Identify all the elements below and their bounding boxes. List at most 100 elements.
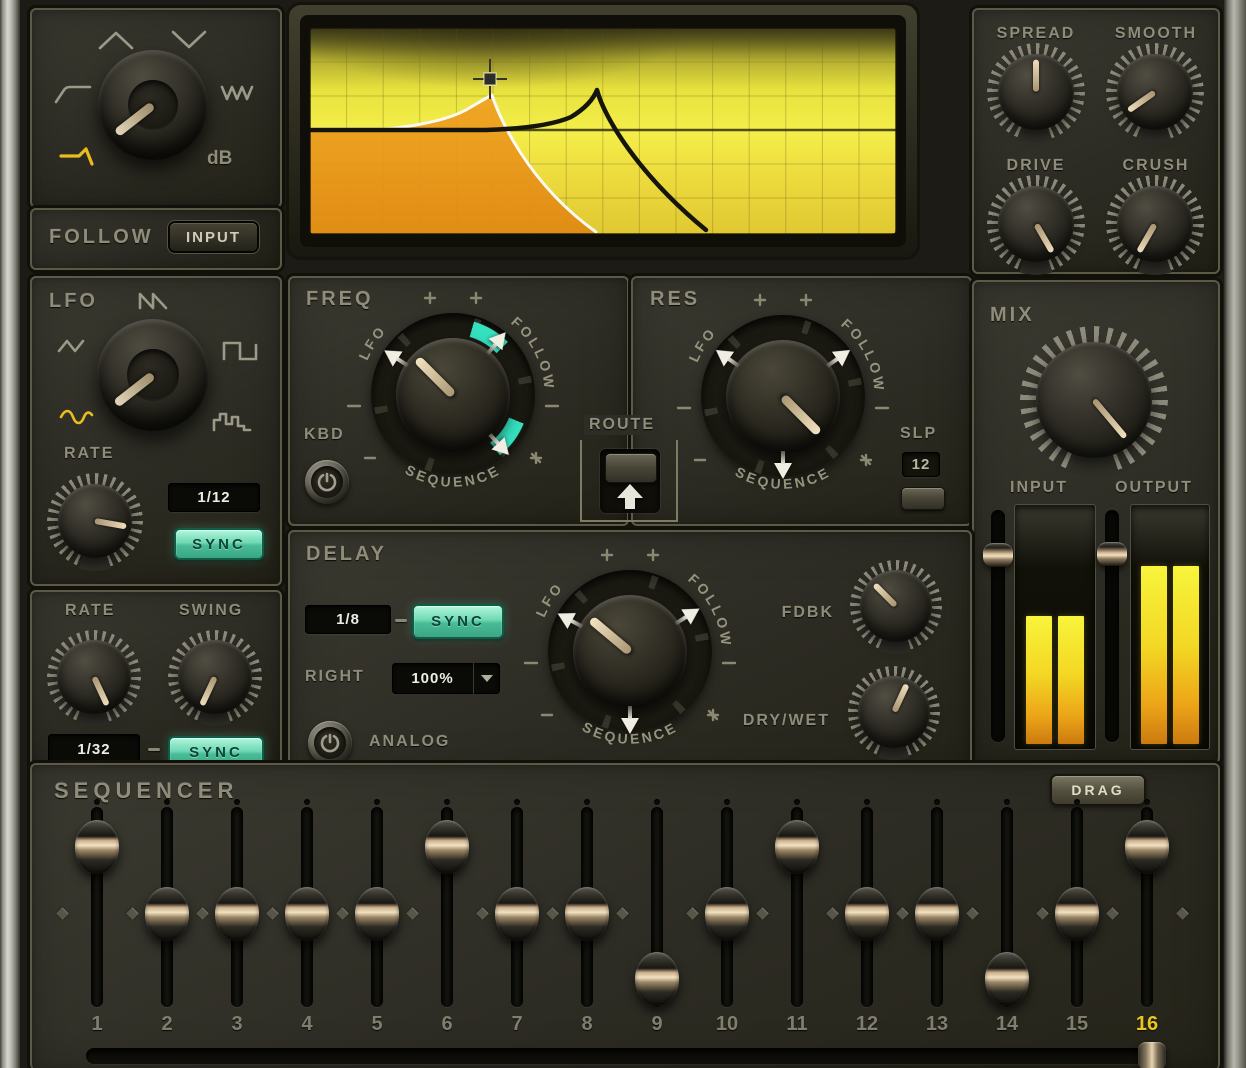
- analog-power-button[interactable]: [308, 721, 352, 765]
- mod-pin-stem: [486, 342, 497, 355]
- step-track-end-dot: [654, 799, 660, 805]
- step-slider-handle[interactable]: [565, 887, 609, 941]
- kbd-power-button[interactable]: [305, 460, 349, 504]
- sine-wave-icon-active[interactable]: [59, 407, 95, 427]
- step-slider-handle[interactable]: [845, 887, 889, 941]
- seq-step-slider-10[interactable]: 10: [704, 799, 750, 1059]
- step-slider-handle[interactable]: [145, 887, 189, 941]
- seq-step-slider-16[interactable]: 16: [1124, 799, 1170, 1059]
- center-marker-diamond: [126, 907, 139, 920]
- lfo-rate-knob[interactable]: [47, 473, 143, 569]
- filter-display[interactable]: [286, 2, 920, 260]
- square-wave-icon[interactable]: [222, 339, 258, 361]
- seq-step-slider-14[interactable]: 14: [984, 799, 1030, 1059]
- seq-step-slider-13[interactable]: 13: [914, 799, 960, 1059]
- seq-rate-knob[interactable]: [47, 630, 141, 724]
- input-gain-fader-handle[interactable]: [983, 543, 1013, 567]
- lfo-wave-knob[interactable]: [97, 319, 209, 431]
- mod-pin[interactable]: [620, 652, 640, 734]
- db-mode-label[interactable]: dB: [207, 148, 232, 170]
- fdbk-knob[interactable]: [850, 560, 942, 652]
- chevron-down-icon[interactable]: [473, 663, 500, 694]
- step-random-wave-icon[interactable]: [212, 410, 252, 432]
- vowel-icon[interactable]: [220, 84, 256, 102]
- delay-time-knob[interactable]: [548, 570, 712, 734]
- step-slider-handle[interactable]: [285, 887, 329, 941]
- delay-right-dropdown[interactable]: 100%: [392, 663, 500, 694]
- slp-toggle-button[interactable]: [901, 487, 945, 510]
- step-slider-handle[interactable]: [1055, 887, 1099, 941]
- center-marker-diamond: [406, 907, 419, 920]
- mod-pin-head: [774, 463, 792, 479]
- lfo-sync-button[interactable]: SYNC: [174, 528, 264, 560]
- seq-step-slider-6[interactable]: 6: [424, 799, 470, 1059]
- delay-time-value[interactable]: 1/8: [305, 605, 391, 634]
- seq-step-slider-15[interactable]: 15: [1054, 799, 1100, 1059]
- res-knob[interactable]: [701, 315, 865, 479]
- seq-step-slider-3[interactable]: 3: [214, 799, 260, 1059]
- slp-value[interactable]: 12: [902, 452, 940, 477]
- drive-knob[interactable]: [987, 175, 1085, 273]
- metal-rail-left: [0, 0, 20, 1068]
- step-slider-handle[interactable]: [495, 887, 539, 941]
- step-slider-handle[interactable]: [985, 952, 1029, 1006]
- dash: [395, 619, 407, 622]
- seq-step-slider-9[interactable]: 9: [634, 799, 680, 1059]
- center-marker-diamond: [826, 907, 839, 920]
- step-slider-handle[interactable]: [1125, 820, 1169, 874]
- center-marker-diamond: [756, 907, 769, 920]
- seq-step-slider-12[interactable]: 12: [844, 799, 890, 1059]
- highpass-icon[interactable]: [54, 84, 92, 104]
- seq-rate-value[interactable]: 1/32: [48, 734, 140, 764]
- triangle-wave-icon[interactable]: [57, 337, 91, 355]
- step-slider-handle[interactable]: [915, 887, 959, 941]
- output-gain-fader-handle[interactable]: [1097, 542, 1127, 566]
- filter-type-knob[interactable]: [98, 50, 208, 160]
- crush-knob[interactable]: [1106, 175, 1204, 273]
- input-label: INPUT: [999, 479, 1079, 497]
- delay-sync-button[interactable]: SYNC: [412, 604, 504, 639]
- freq-knob[interactable]: [371, 313, 535, 477]
- bandpass-icon[interactable]: [97, 30, 135, 50]
- lowpass-icon-active[interactable]: [59, 144, 99, 168]
- step-slider-handle[interactable]: [75, 820, 119, 874]
- step-slider-handle[interactable]: [705, 887, 749, 941]
- seq-step-slider-1[interactable]: 1: [74, 799, 120, 1059]
- seq-step-slider-4[interactable]: 4: [284, 799, 330, 1059]
- seq-rate-label: RATE: [65, 602, 115, 620]
- sequencer-scrollbar-handle[interactable]: [1138, 1042, 1166, 1068]
- step-slider-handle[interactable]: [215, 887, 259, 941]
- mod-pin-head: [621, 718, 639, 734]
- center-marker-diamond: [1176, 907, 1189, 920]
- smooth-knob[interactable]: [1106, 43, 1204, 141]
- route-up-arrow-icon[interactable]: [617, 484, 643, 510]
- step-number-label: 15: [1054, 1013, 1100, 1036]
- seq-step-slider-2[interactable]: 2: [144, 799, 190, 1059]
- seq-step-slider-8[interactable]: 8: [564, 799, 610, 1059]
- mod-pin[interactable]: [773, 397, 793, 479]
- sequencer-scrollbar[interactable]: [86, 1048, 1166, 1064]
- seq-step-slider-5[interactable]: 5: [354, 799, 400, 1059]
- drywet-knob[interactable]: [848, 666, 940, 758]
- step-slider-handle[interactable]: [635, 952, 679, 1006]
- spread-knob[interactable]: [987, 43, 1085, 141]
- center-marker-diamond: [336, 907, 349, 920]
- route-toggle-button[interactable]: [605, 453, 657, 483]
- notch-icon[interactable]: [170, 29, 208, 49]
- delay-right-value: 100%: [392, 663, 473, 694]
- seq-step-slider-11[interactable]: 11: [774, 799, 820, 1059]
- seq-swing-knob[interactable]: [168, 630, 262, 724]
- step-slider-handle[interactable]: [425, 820, 469, 874]
- mix-knob[interactable]: [1020, 326, 1168, 474]
- step-number-label: 1: [74, 1013, 120, 1036]
- step-slider-handle[interactable]: [775, 820, 819, 874]
- output-meter-bar-left: [1141, 566, 1167, 744]
- step-slider-handle[interactable]: [355, 887, 399, 941]
- step-track-end-dot: [1004, 799, 1010, 805]
- step-track-end-dot: [794, 799, 800, 805]
- lfo-rate-value[interactable]: 1/12: [168, 483, 260, 512]
- mod-pin-stem: [396, 357, 409, 367]
- saw-wave-icon[interactable]: [137, 290, 171, 310]
- seq-step-slider-7[interactable]: 7: [494, 799, 540, 1059]
- follow-input-button[interactable]: INPUT: [170, 223, 257, 251]
